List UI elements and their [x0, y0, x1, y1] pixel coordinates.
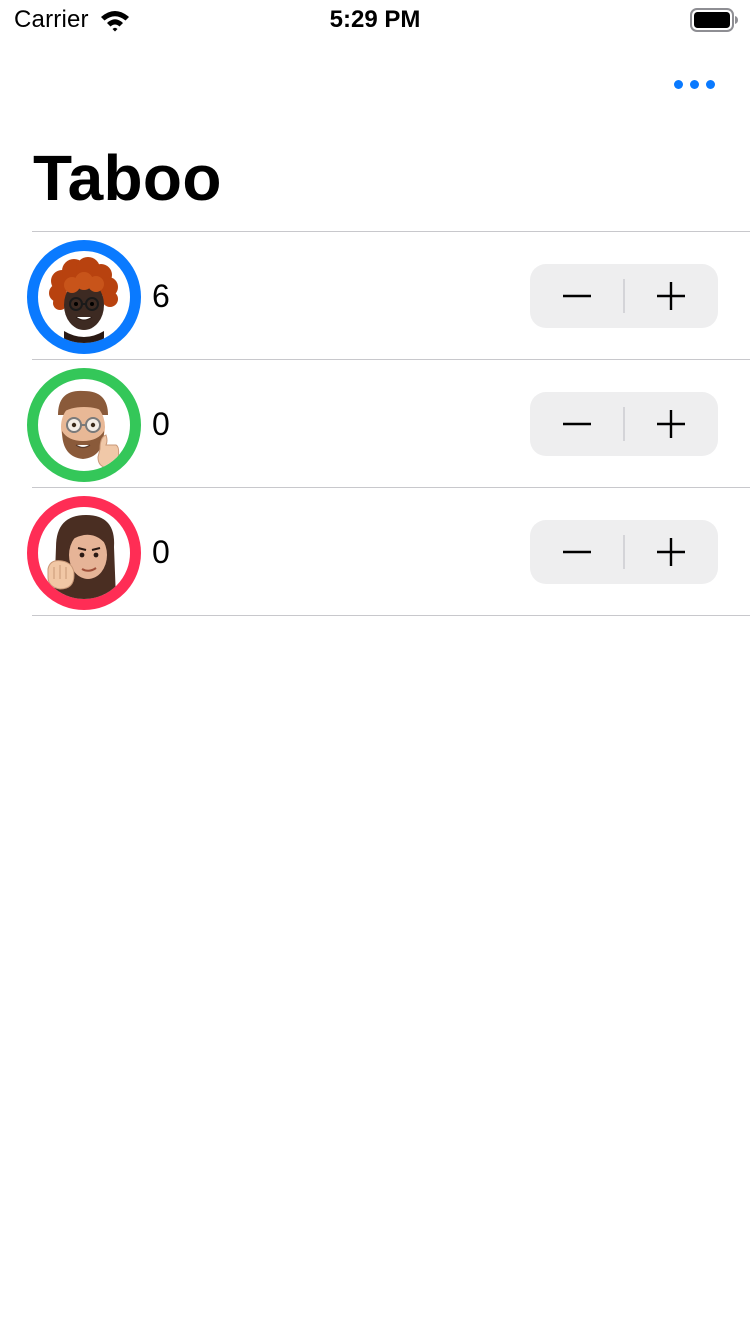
player-row: 0: [0, 488, 750, 615]
memoji-curly-red-hair-icon: [49, 257, 118, 343]
minus-icon: [563, 422, 591, 426]
decrement-button[interactable]: [530, 264, 624, 328]
minus-icon: [563, 294, 591, 298]
player-score: 0: [152, 534, 170, 570]
decrement-button[interactable]: [530, 520, 624, 584]
plus-icon: [657, 282, 685, 310]
memoji-beard-glasses-thumbs-up-icon: [58, 390, 120, 468]
player-row: 0: [0, 360, 750, 487]
status-time: 5:29 PM: [329, 6, 421, 33]
plus-icon: [657, 410, 685, 438]
increment-button[interactable]: [624, 520, 718, 584]
ellipsis-dot: [690, 80, 699, 89]
score-stepper: [530, 520, 718, 584]
more-options-button[interactable]: [668, 68, 720, 100]
status-bar: Carrier 5:29 PM: [0, 0, 750, 40]
player-score: 0: [152, 406, 170, 442]
plus-icon: [657, 538, 685, 566]
increment-button[interactable]: [624, 392, 718, 456]
player-row: 6: [0, 232, 750, 359]
player-avatar: [27, 368, 141, 482]
ellipsis-dot: [674, 80, 683, 89]
player-list: 6 0 0: [0, 231, 750, 616]
score-stepper: [530, 264, 718, 328]
page-title: Taboo: [33, 142, 222, 214]
ellipsis-dot: [706, 80, 715, 89]
player-avatar: [27, 496, 141, 610]
decrement-button[interactable]: [530, 392, 624, 456]
divider: [32, 615, 750, 616]
battery-icon: [690, 8, 738, 32]
player-score: 6: [152, 278, 170, 314]
minus-icon: [563, 550, 591, 554]
memoji-long-hair-fist-icon: [47, 515, 116, 599]
player-avatar: [27, 240, 141, 354]
score-stepper: [530, 392, 718, 456]
increment-button[interactable]: [624, 264, 718, 328]
